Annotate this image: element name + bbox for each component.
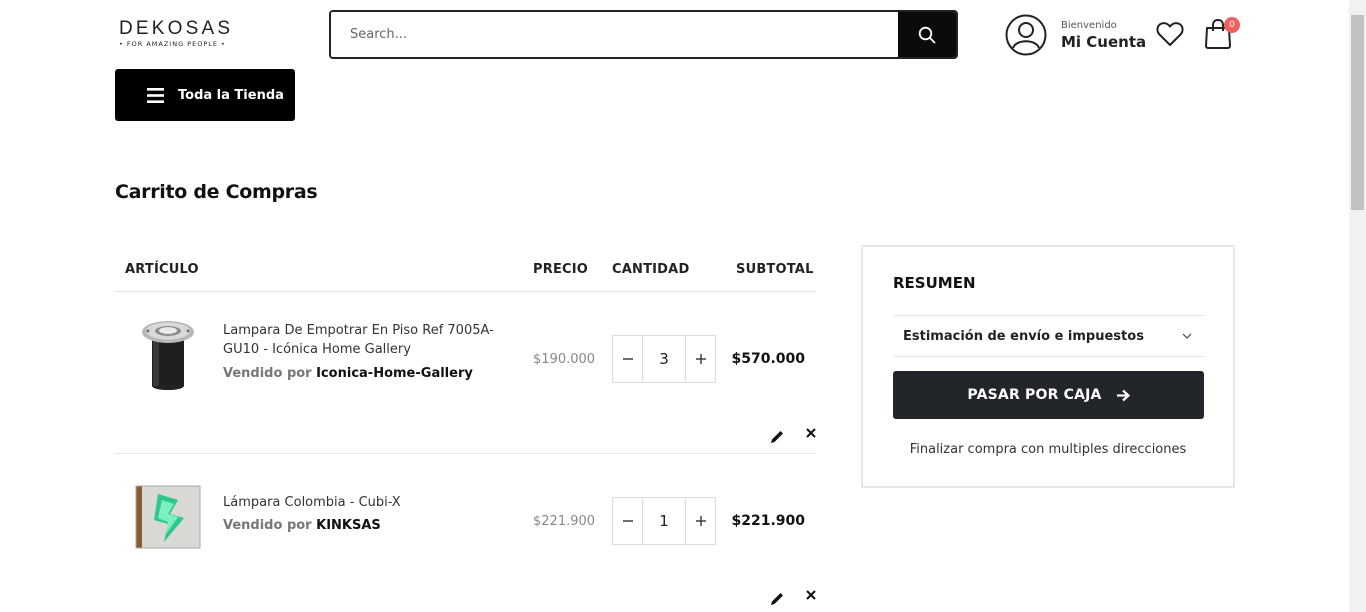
cube-lamp-image	[135, 485, 201, 549]
hamburger-icon	[147, 87, 164, 103]
quantity-stepper	[612, 335, 716, 383]
item-subtotal: $221.900	[731, 513, 805, 529]
search-input[interactable]	[331, 12, 898, 57]
sold-by-label: Vendido por	[223, 518, 312, 533]
search-bar	[329, 10, 958, 59]
sold-by: Vendido por Iconica-Home-Gallery	[223, 366, 473, 381]
close-icon	[806, 428, 816, 438]
floor-lamp-image	[142, 321, 194, 390]
user-icon	[1005, 14, 1047, 56]
divider	[115, 291, 816, 292]
product-image[interactable]	[134, 484, 202, 552]
cart-button[interactable]: 0	[1204, 17, 1240, 53]
arrow-right-icon	[1116, 389, 1130, 401]
order-summary: RESUMEN Estimación de envío e impuestos …	[861, 245, 1235, 488]
sold-by: Vendido por KINKSAS	[223, 518, 381, 533]
item-price: $221.900	[533, 514, 596, 529]
column-header-subtotal: SUBTOTAL	[736, 262, 814, 277]
logo[interactable]: DEKOSAS • FOR AMAZING PEOPLE •	[119, 18, 239, 49]
column-header-quantity: CANTIDAD	[612, 262, 690, 277]
item-price: $190.000	[533, 352, 596, 367]
summary-title: RESUMEN	[893, 274, 976, 292]
pencil-icon	[771, 593, 783, 605]
vendor-link[interactable]: KINKSAS	[316, 518, 381, 533]
all-store-menu-button[interactable]: Toda la Tienda	[115, 69, 295, 121]
plus-icon	[695, 516, 706, 526]
minus-icon	[622, 358, 633, 360]
plus-icon	[695, 354, 706, 364]
close-icon	[806, 590, 816, 600]
search-icon	[918, 26, 936, 43]
account-link[interactable]: Bienvenido Mi Cuenta	[1005, 14, 1146, 56]
remove-item-button[interactable]	[805, 427, 817, 442]
column-header-price: PRECIO	[533, 262, 589, 277]
item-subtotal: $570.000	[731, 351, 805, 367]
page-scrollbar[interactable]	[1349, 0, 1366, 612]
edit-item-button[interactable]	[769, 429, 785, 449]
search-button[interactable]	[898, 12, 956, 57]
shipping-estimate-toggle[interactable]: Estimación de envío e impuestos	[893, 315, 1204, 357]
checkout-label: PASAR POR CAJA	[967, 387, 1102, 403]
chevron-down-icon	[1182, 333, 1192, 339]
increase-quantity-button[interactable]	[686, 498, 715, 544]
account-greeting: Bienvenido	[1061, 19, 1117, 31]
shipping-estimate-label: Estimación de envío e impuestos	[903, 328, 1144, 344]
product-name-link[interactable]: Lámpara Colombia - Cubi-X	[223, 493, 518, 512]
remove-item-button[interactable]	[805, 589, 817, 604]
edit-item-button[interactable]	[769, 591, 785, 611]
decrease-quantity-button[interactable]	[613, 336, 642, 382]
scrollbar-thumb[interactable]	[1351, 15, 1364, 210]
pencil-icon	[771, 431, 783, 443]
minus-icon	[622, 520, 633, 522]
vendor-link[interactable]: Iconica-Home-Gallery	[316, 366, 473, 381]
all-store-label: Toda la Tienda	[178, 87, 284, 103]
quantity-input[interactable]	[642, 498, 686, 544]
checkout-button[interactable]: PASAR POR CAJA	[893, 371, 1204, 419]
cart-count-badge: 0	[1224, 17, 1240, 33]
logo-tagline: • FOR AMAZING PEOPLE •	[119, 40, 226, 48]
heart-icon	[1156, 22, 1184, 46]
sold-by-label: Vendido por	[223, 366, 312, 381]
multi-address-checkout-link[interactable]: Finalizar compra con multiples direccion…	[863, 442, 1233, 457]
divider	[115, 453, 816, 454]
quantity-input[interactable]	[642, 336, 686, 382]
account-label: Mi Cuenta	[1061, 32, 1147, 51]
column-header-item: ARTÍCULO	[125, 262, 199, 277]
decrease-quantity-button[interactable]	[613, 498, 642, 544]
product-image[interactable]	[132, 318, 204, 390]
increase-quantity-button[interactable]	[686, 336, 715, 382]
logo-text: DEKOSAS	[119, 18, 234, 39]
quantity-stepper	[612, 497, 716, 545]
page-title: Carrito de Compras	[115, 181, 318, 203]
wishlist-button[interactable]	[1156, 21, 1184, 51]
product-name-link[interactable]: Lampara De Empotrar En Piso Ref 7005A-GU…	[223, 321, 518, 359]
